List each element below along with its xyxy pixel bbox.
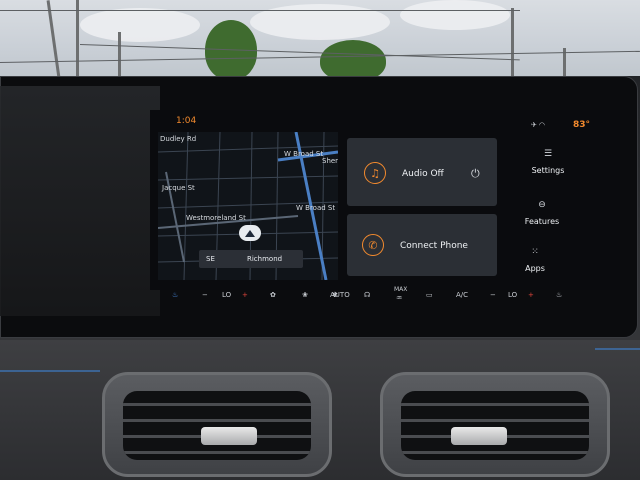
phone-icon: ✆ bbox=[362, 234, 384, 256]
music-note-icon: ♫ bbox=[364, 162, 386, 184]
street-label: W Broad St bbox=[296, 204, 336, 212]
vent-grille bbox=[401, 391, 589, 460]
sliders-icon: ☰ bbox=[543, 149, 553, 159]
airflow-icon[interactable]: ☊ bbox=[364, 291, 370, 299]
street-label: W Broad St bbox=[284, 150, 324, 158]
vent-slat bbox=[401, 419, 589, 422]
street-label: Shenz bbox=[322, 157, 338, 165]
max-defrost-label[interactable]: MAX bbox=[394, 286, 407, 293]
features-label: Features bbox=[524, 217, 560, 226]
current-city: Richmond bbox=[247, 255, 283, 263]
ac-button[interactable]: A/C bbox=[456, 291, 468, 299]
street-label: Dudley Rd bbox=[160, 135, 197, 143]
vent-knob[interactable] bbox=[201, 427, 257, 445]
vent-slat bbox=[401, 451, 589, 454]
apps-grid-icon: ⁙ bbox=[531, 247, 539, 257]
outside-temperature: 83° bbox=[573, 120, 591, 130]
power-icon[interactable]: ⏻ bbox=[471, 167, 480, 181]
power-line bbox=[0, 10, 520, 11]
audio-card[interactable]: ♫ Audio Off ⏻ bbox=[347, 138, 497, 206]
utility-pole bbox=[46, 0, 61, 78]
heated-seat-right-icon[interactable]: ♨ bbox=[556, 291, 562, 299]
features-button[interactable]: ⊖ Features bbox=[512, 199, 572, 226]
cloud bbox=[400, 0, 510, 30]
vent-knob[interactable] bbox=[451, 427, 507, 445]
mute-icon: ✈ bbox=[531, 121, 539, 129]
vent-slat bbox=[123, 419, 311, 422]
audio-status-label: Audio Off bbox=[402, 169, 444, 179]
navigation-arrow-icon bbox=[239, 225, 261, 241]
heading-bar: SE Richmond bbox=[199, 250, 303, 268]
stitching bbox=[0, 370, 100, 372]
stitching bbox=[595, 348, 640, 350]
heated-seat-left-icon[interactable]: ♨ bbox=[172, 291, 178, 299]
settings-button[interactable]: ☰ Settings bbox=[518, 148, 578, 175]
utility-pole bbox=[118, 32, 121, 78]
connect-phone-label: Connect Phone bbox=[400, 241, 468, 251]
connect-phone-card[interactable]: ✆ Connect Phone bbox=[347, 214, 497, 276]
rear-defrost-icon[interactable]: ▭ bbox=[426, 291, 433, 299]
temp-left-value: LO bbox=[222, 291, 232, 299]
car-icon: ⊖ bbox=[538, 200, 546, 210]
utility-pole bbox=[76, 0, 79, 78]
vent-slat bbox=[401, 403, 589, 406]
apps-label: Apps bbox=[525, 264, 545, 273]
air-vent-left[interactable] bbox=[102, 372, 332, 477]
temp-plus-left[interactable]: + bbox=[242, 291, 248, 299]
air-vent-right[interactable] bbox=[380, 372, 610, 477]
max-defrost-icon: ♒ bbox=[396, 294, 403, 302]
screen-reflection bbox=[0, 86, 160, 316]
vent-slat bbox=[123, 403, 311, 406]
power-line bbox=[79, 44, 520, 61]
apps-button[interactable]: ⁙ Apps bbox=[505, 246, 565, 273]
wifi-icon: ◠ bbox=[538, 121, 547, 129]
vent-slat bbox=[123, 451, 311, 454]
temp-minus-right[interactable]: − bbox=[490, 291, 496, 299]
fan-low-icon[interactable]: ✿ bbox=[270, 291, 276, 299]
settings-label: Settings bbox=[531, 166, 565, 175]
climate-controls: ♨ − LO + ✿ ❀ ✾ AUTO ☊ MAX ♒ ▭ A/C − LO +… bbox=[160, 286, 580, 306]
fan-icon[interactable]: ❀ bbox=[302, 291, 308, 299]
auto-button[interactable]: AUTO bbox=[330, 291, 350, 299]
clock: 1:04 bbox=[176, 116, 197, 126]
heading-direction: SE bbox=[206, 255, 215, 263]
vent-grille bbox=[123, 391, 311, 460]
temp-plus-right[interactable]: + bbox=[528, 291, 534, 299]
temp-minus-left[interactable]: − bbox=[202, 291, 208, 299]
status-icons: ✈◠ bbox=[531, 121, 547, 129]
utility-pole bbox=[511, 8, 514, 80]
cloud bbox=[80, 8, 200, 42]
street-label: Westmoreland St bbox=[186, 214, 246, 222]
street-label: Jacque St bbox=[162, 184, 195, 192]
temp-right-value: LO bbox=[508, 291, 518, 299]
